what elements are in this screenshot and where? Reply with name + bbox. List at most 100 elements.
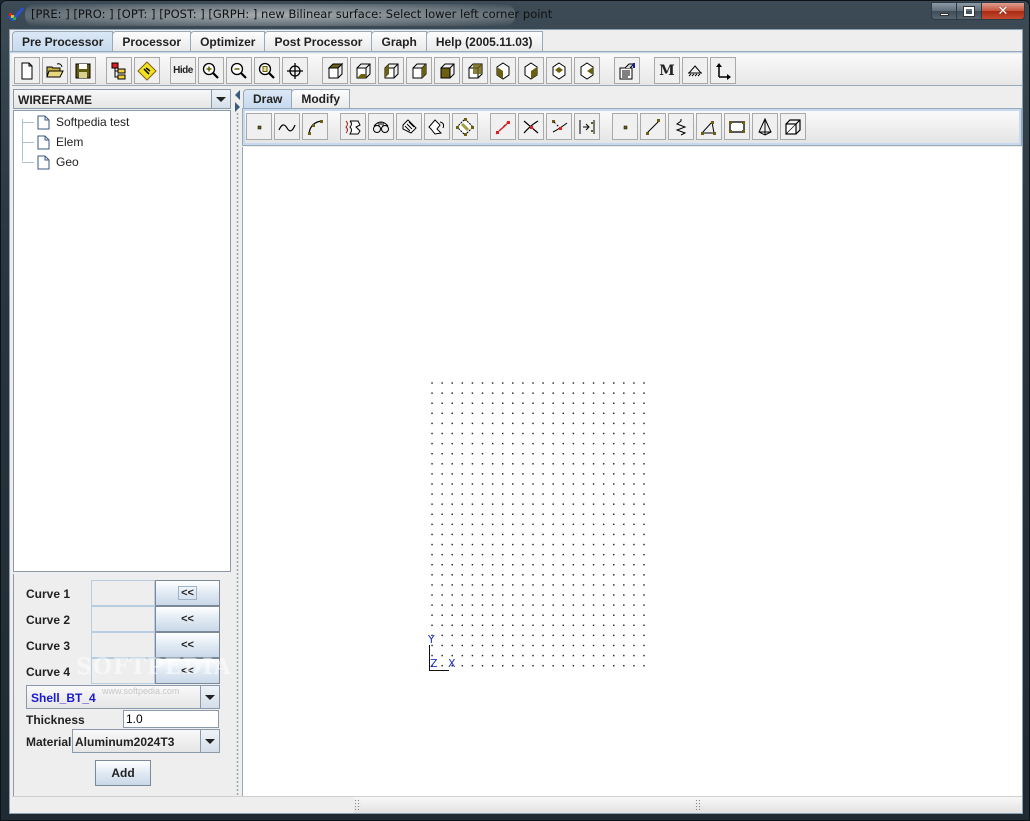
status-resize-grip[interactable]: [695, 799, 702, 810]
view-bottom-button[interactable]: [350, 57, 376, 84]
status-resize-grip[interactable]: [354, 799, 361, 810]
thickness-input[interactable]: [123, 710, 219, 728]
curve-4-field[interactable]: [91, 658, 155, 684]
tab-post-processor[interactable]: Post Processor: [264, 31, 373, 52]
split-curve-button[interactable]: [490, 113, 516, 140]
draw-point-button[interactable]: [246, 113, 272, 140]
tree-item-softpedia-test[interactable]: Softpedia test: [22, 112, 129, 132]
zoom-in-button[interactable]: [198, 57, 224, 84]
chevron-down-icon[interactable]: [200, 686, 219, 708]
iso-view-1-button[interactable]: [490, 57, 516, 84]
minimize-button[interactable]: [931, 2, 957, 20]
coordinate-axes-icon: [716, 62, 731, 80]
line-element-icon: [646, 118, 660, 135]
tab-graph[interactable]: Graph: [371, 31, 427, 52]
intersect-button[interactable]: [518, 113, 544, 140]
application-window: [PRE: ] [PRO: ] [OPT: ] [POST: ] [GRPH: …: [0, 0, 1030, 821]
view-right-button[interactable]: [406, 57, 432, 84]
curve-1-pick-button[interactable]: <<: [155, 580, 220, 606]
tree-label: Softpedia test: [56, 115, 130, 129]
ruled-surface-button[interactable]: [396, 113, 422, 140]
status-cell-1: [12, 797, 354, 813]
document-icon: [37, 135, 50, 149]
view-back-button[interactable]: [462, 57, 488, 84]
curve-2-pick-button[interactable]: <<: [155, 606, 220, 632]
drawing-canvas[interactable]: Y Z X: [242, 147, 1022, 796]
tab-help[interactable]: Help (2005.11.03): [425, 31, 543, 52]
hexa-element-button[interactable]: [780, 113, 806, 140]
view-top-button[interactable]: [322, 57, 348, 84]
expand-right-icon[interactable]: [235, 102, 240, 112]
add-button[interactable]: Add: [95, 760, 151, 786]
iso-view-3-button[interactable]: [546, 57, 572, 84]
check-model-button[interactable]: [134, 57, 160, 84]
curve-3-pick-button[interactable]: <<: [155, 632, 220, 658]
draw-arc-button[interactable]: [302, 113, 328, 140]
maximize-button[interactable]: [957, 2, 982, 20]
view-front-button[interactable]: [434, 57, 460, 84]
center-view-button[interactable]: [282, 57, 308, 84]
title-bar[interactable]: [PRE: ] [PRO: ] [OPT: ] [POST: ] [GRPH: …: [1, 1, 1030, 29]
triangle-element-icon: [700, 120, 716, 135]
element-type-dropdown[interactable]: Shell_BT_4: [26, 685, 220, 709]
tab-processor[interactable]: Processor: [112, 31, 192, 52]
loft-surface-icon: [373, 121, 389, 133]
collapse-left-icon[interactable]: [235, 90, 240, 100]
view-left-icon: [384, 63, 399, 78]
view-front-icon: [440, 63, 455, 78]
iso-view-4-button[interactable]: [574, 57, 600, 84]
curve-2-field[interactable]: [91, 606, 155, 632]
properties-button[interactable]: [614, 57, 640, 84]
tetra-element-icon: [758, 117, 772, 136]
coordinate-system-button[interactable]: [710, 57, 736, 84]
tab-pre-processor[interactable]: Pre Processor: [12, 31, 114, 53]
tab-draw[interactable]: Draw: [243, 89, 293, 109]
bilinear-surface-button[interactable]: [452, 113, 478, 140]
curve-1-field[interactable]: [91, 580, 155, 606]
triangle-element-button[interactable]: [696, 113, 722, 140]
save-button[interactable]: [70, 57, 96, 84]
model-tree-button[interactable]: [106, 57, 132, 84]
zoom-fit-button[interactable]: [254, 57, 280, 84]
chevron-down-icon[interactable]: [211, 90, 230, 108]
model-tree: Softpedia test Elem Geo: [13, 110, 231, 572]
view-mode-dropdown[interactable]: WIREFRAME: [13, 89, 231, 109]
chevron-down-icon[interactable]: [200, 730, 219, 752]
create-node-button[interactable]: [612, 113, 638, 140]
loft-surface-button[interactable]: [368, 113, 394, 140]
iso-view-1-icon: [496, 61, 510, 80]
curve-4-pick-button[interactable]: <<: [155, 658, 220, 684]
iso-view-2-button[interactable]: [518, 57, 544, 84]
snap-grid: [428, 379, 648, 673]
spring-element-button[interactable]: [668, 113, 694, 140]
curve-3-field[interactable]: [91, 632, 155, 658]
view-left-button[interactable]: [378, 57, 404, 84]
boundary-condition-button[interactable]: [682, 57, 708, 84]
iso-view-3-icon: [552, 61, 566, 80]
hide-button[interactable]: Hide: [170, 57, 196, 84]
quad-element-button[interactable]: [724, 113, 750, 140]
tetra-element-button[interactable]: [752, 113, 778, 140]
split-curve-icon: [495, 119, 511, 134]
line-element-button[interactable]: [640, 113, 666, 140]
material-dropdown[interactable]: Aluminum2024T3: [72, 729, 220, 753]
panel-splitter[interactable]: [234, 88, 241, 796]
tree-item-elem[interactable]: Elem: [22, 132, 83, 152]
new-button[interactable]: [14, 57, 40, 84]
ruled-surface-icon: [402, 118, 417, 134]
open-button[interactable]: [42, 57, 68, 84]
status-bar: [12, 796, 1022, 813]
material-button[interactable]: M: [654, 57, 680, 84]
tree-item-geo[interactable]: Geo: [22, 152, 79, 172]
tab-modify[interactable]: Modify: [291, 89, 351, 109]
revolve-surface-button[interactable]: [424, 113, 450, 140]
tab-optimizer[interactable]: Optimizer: [190, 31, 266, 52]
zoom-out-button[interactable]: [226, 57, 252, 84]
project-point-button[interactable]: [546, 113, 572, 140]
iso-view-4-icon: [580, 61, 594, 80]
open-folder-icon: [46, 62, 64, 77]
offset-button[interactable]: [574, 113, 600, 140]
sweep-surface-button[interactable]: [340, 113, 366, 140]
close-button[interactable]: ✕: [982, 2, 1025, 20]
draw-spline-button[interactable]: [274, 113, 300, 140]
